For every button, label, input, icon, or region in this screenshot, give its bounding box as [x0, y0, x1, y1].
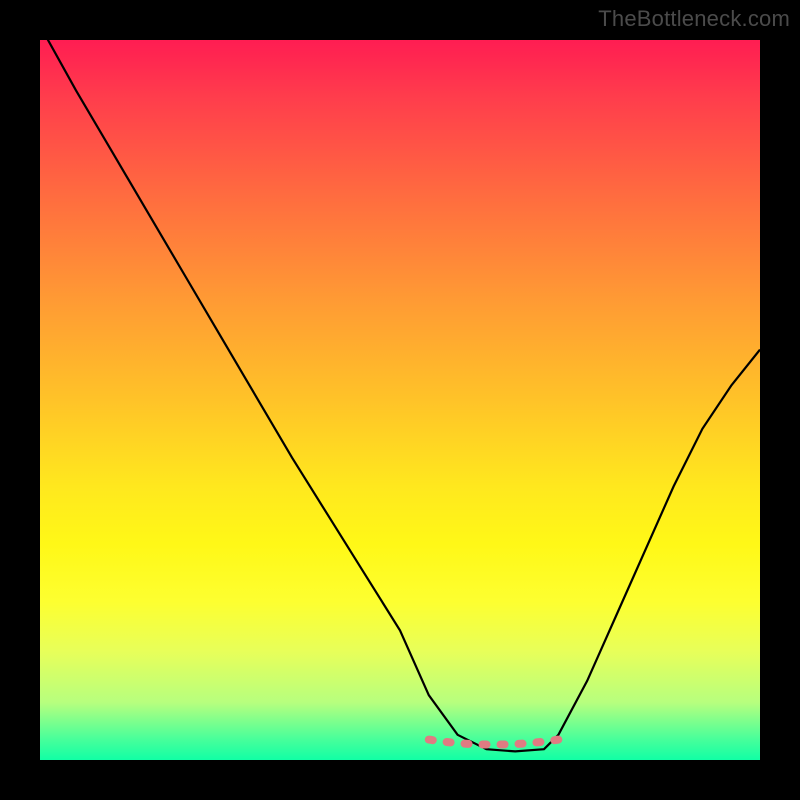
curve-layer [40, 40, 760, 760]
chart-frame: TheBottleneck.com [0, 0, 800, 800]
watermark-text: TheBottleneck.com [598, 6, 790, 32]
optimal-range-marker [429, 740, 559, 745]
plot-area [40, 40, 760, 760]
bottleneck-curve [40, 40, 760, 751]
